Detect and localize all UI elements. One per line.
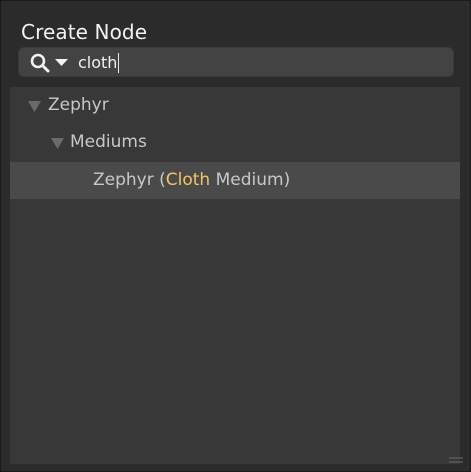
tree-item-label: Zephyr (Cloth Medium) (93, 162, 290, 199)
resize-grip-icon[interactable] (449, 457, 463, 464)
search-input[interactable]: cloth (78, 53, 120, 73)
tree-item-zephyr-cloth-medium[interactable]: Zephyr (Cloth Medium) (10, 162, 460, 199)
expand-triangle-icon[interactable] (28, 101, 41, 112)
search-input-value: cloth (78, 53, 118, 72)
label-prefix: Zephyr ( (93, 170, 166, 190)
text-caret (118, 53, 120, 73)
create-node-dialog: Create Node cloth Zephyr Mediums Zephyr … (0, 0, 471, 472)
expand-triangle-icon[interactable] (51, 138, 64, 149)
node-tree[interactable]: Zephyr Mediums Zephyr (Cloth Medium) (10, 87, 460, 464)
tree-item-label: Mediums (70, 132, 147, 152)
chevron-down-icon[interactable] (55, 59, 68, 67)
label-suffix: Medium) (210, 170, 291, 190)
search-match-highlight: Cloth (165, 170, 211, 190)
search-icon[interactable] (30, 53, 52, 73)
search-bar[interactable]: cloth (18, 47, 454, 77)
tree-item-mediums[interactable]: Mediums (10, 124, 460, 161)
tree-item-label: Zephyr (48, 95, 109, 115)
dialog-title: Create Node (21, 20, 148, 44)
tree-item-zephyr[interactable]: Zephyr (10, 87, 460, 124)
